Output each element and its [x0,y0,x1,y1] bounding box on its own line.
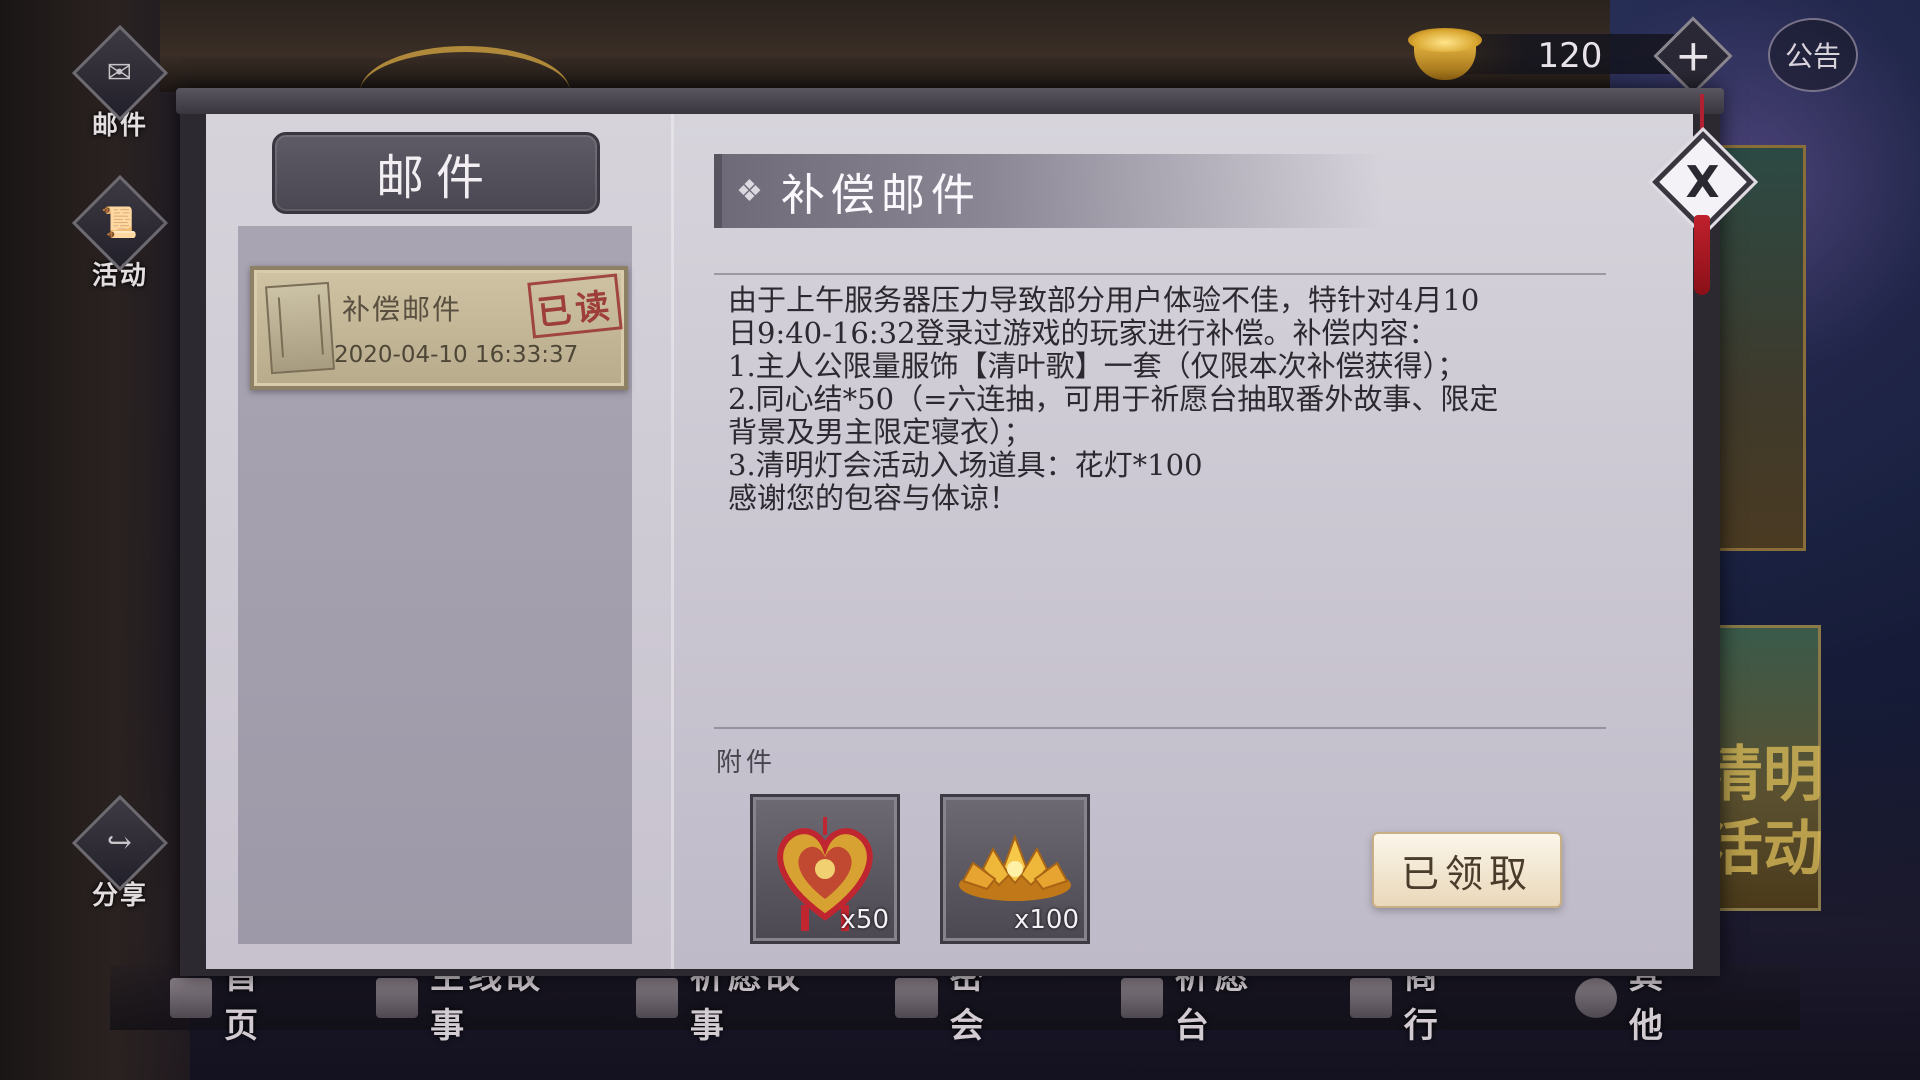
gold-ingot-icon [1400,24,1490,82]
sidebar-mail-button[interactable]: ✉ 邮件 [60,24,180,150]
share-arrow-icon: ↪ [71,794,169,891]
mail-list-panel: 邮件 补偿邮件 2020-04-10 16:33:37 已读 [206,114,674,969]
divider-top [714,273,1606,275]
mail-list-item[interactable]: 补偿邮件 2020-04-10 16:33:37 已读 [250,266,628,390]
home-icon [170,977,213,1018]
scroll-icon: 📜 [71,174,169,271]
currency-value: 120 [1537,36,1603,76]
notice-button[interactable]: 公告 [1768,18,1858,92]
mail-panel-title-plate: 邮件 [272,132,600,214]
banner-text: 清明 活动 [1703,740,1823,884]
altar-icon [1120,977,1163,1018]
envelope-icon [265,281,335,375]
close-icon: X [1686,156,1720,208]
read-stamp: 已读 [527,273,623,339]
mail-detail-header: ❖ 补偿邮件 [714,154,1382,228]
currency-display: 120 [1400,22,1680,84]
attachment-item[interactable]: x50 [750,794,900,944]
game-screen: ✉ 邮件 📜 活动 ↪ 分享 清明 活动 首页 主线故事 祈愿故事 密会 祈愿台… [0,0,1920,1080]
sidebar-share-button[interactable]: ↪ 分享 [60,794,180,920]
book-icon [375,977,419,1018]
mail-detail-title: 补偿邮件 [780,170,981,221]
attachments-label: 附件 [716,748,777,778]
claimed-button[interactable]: 已领取 [1372,832,1562,908]
mail-icon: ✉ [71,24,169,121]
scroll-icon [635,977,678,1018]
sidebar-activity-button[interactable]: 📜 活动 [60,174,180,300]
mail-list[interactable]: 补偿邮件 2020-04-10 16:33:37 已读 [238,226,632,944]
pouch-icon [1574,977,1617,1018]
mail-detail-body: 由于上午服务器压力导致部分用户体验不佳，特针对4月10 日9:40-16:32登… [728,283,1499,515]
mail-detail-panel: ❖ 补偿邮件 由于上午服务器压力导致部分用户体验不佳，特针对4月10 日9:40… [674,114,1693,969]
mail-modal-topbar [176,88,1724,114]
divider-bottom [714,727,1606,729]
attachment-item[interactable]: x100 [940,794,1090,944]
attachment-qty: x50 [840,905,889,935]
attachment-qty: x100 [1013,905,1079,935]
mail-item-date: 2020-04-10 16:33:37 [334,342,579,368]
diamond-icon: ❖ [736,173,763,209]
shop-icon [1349,977,1392,1018]
lantern-icon [895,977,938,1018]
red-tassel [1694,215,1710,295]
mail-panel-title: 邮件 [375,150,496,206]
mail-modal: 邮件 补偿邮件 2020-04-10 16:33:37 已读 ❖ 补偿邮件 由于… [206,114,1693,969]
mail-item-subject: 补偿邮件 [342,293,463,326]
plus-icon: + [1674,30,1712,81]
